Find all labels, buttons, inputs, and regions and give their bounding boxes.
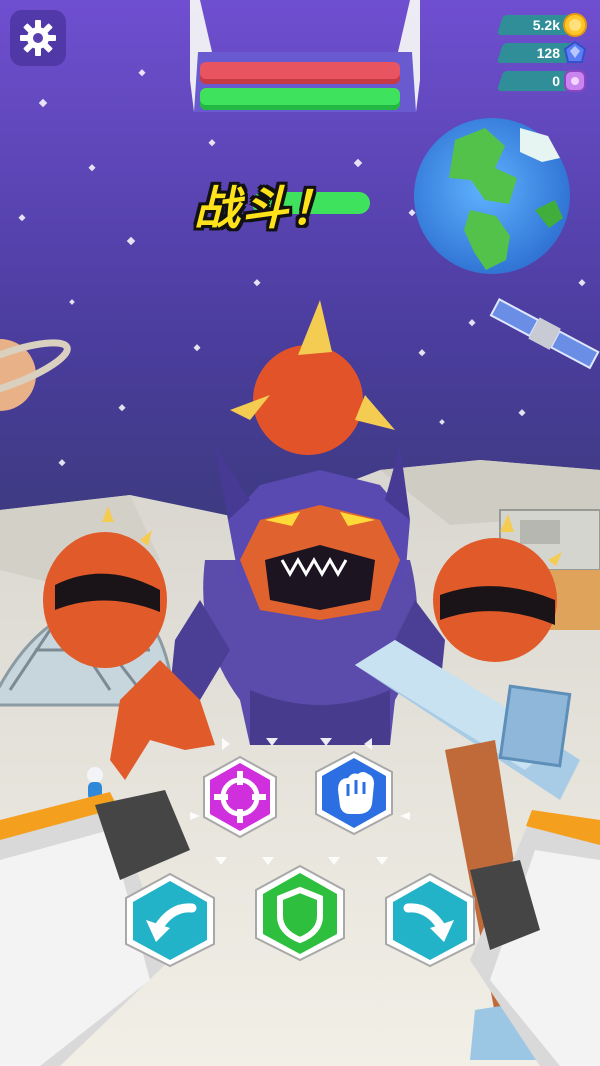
gems-value: 128 (536, 45, 560, 61)
dodge-right-button[interactable] (382, 872, 478, 968)
health-bars (180, 0, 430, 112)
punch-button[interactable] (312, 750, 396, 836)
token-icon (564, 70, 586, 92)
player-health-bar (200, 88, 400, 110)
arrow-curve-right-icon (385, 872, 475, 968)
fist-icon (315, 750, 393, 836)
tokens-value: 0 (552, 73, 560, 89)
tokens-counter: 0 (496, 68, 588, 94)
enemy-health-bar (200, 62, 400, 84)
battle-banner: 0 战斗！ (190, 170, 390, 240)
dodge-left-button[interactable] (122, 872, 218, 968)
arrow-curve-left-icon (125, 872, 215, 968)
coins-value: 5.2k (532, 17, 560, 33)
coins-counter: 5.2k (496, 12, 588, 38)
gear-icon (20, 20, 56, 56)
gems-counter: 128 (496, 40, 588, 66)
aim-button[interactable] (200, 755, 280, 839)
shield-icon (255, 864, 345, 962)
battle-title: 战斗！ (194, 181, 338, 235)
coin-icon (563, 13, 587, 37)
block-button[interactable] (252, 864, 348, 962)
settings-button[interactable] (10, 10, 66, 66)
crosshair-icon (203, 755, 277, 839)
gem-icon (563, 40, 587, 63)
